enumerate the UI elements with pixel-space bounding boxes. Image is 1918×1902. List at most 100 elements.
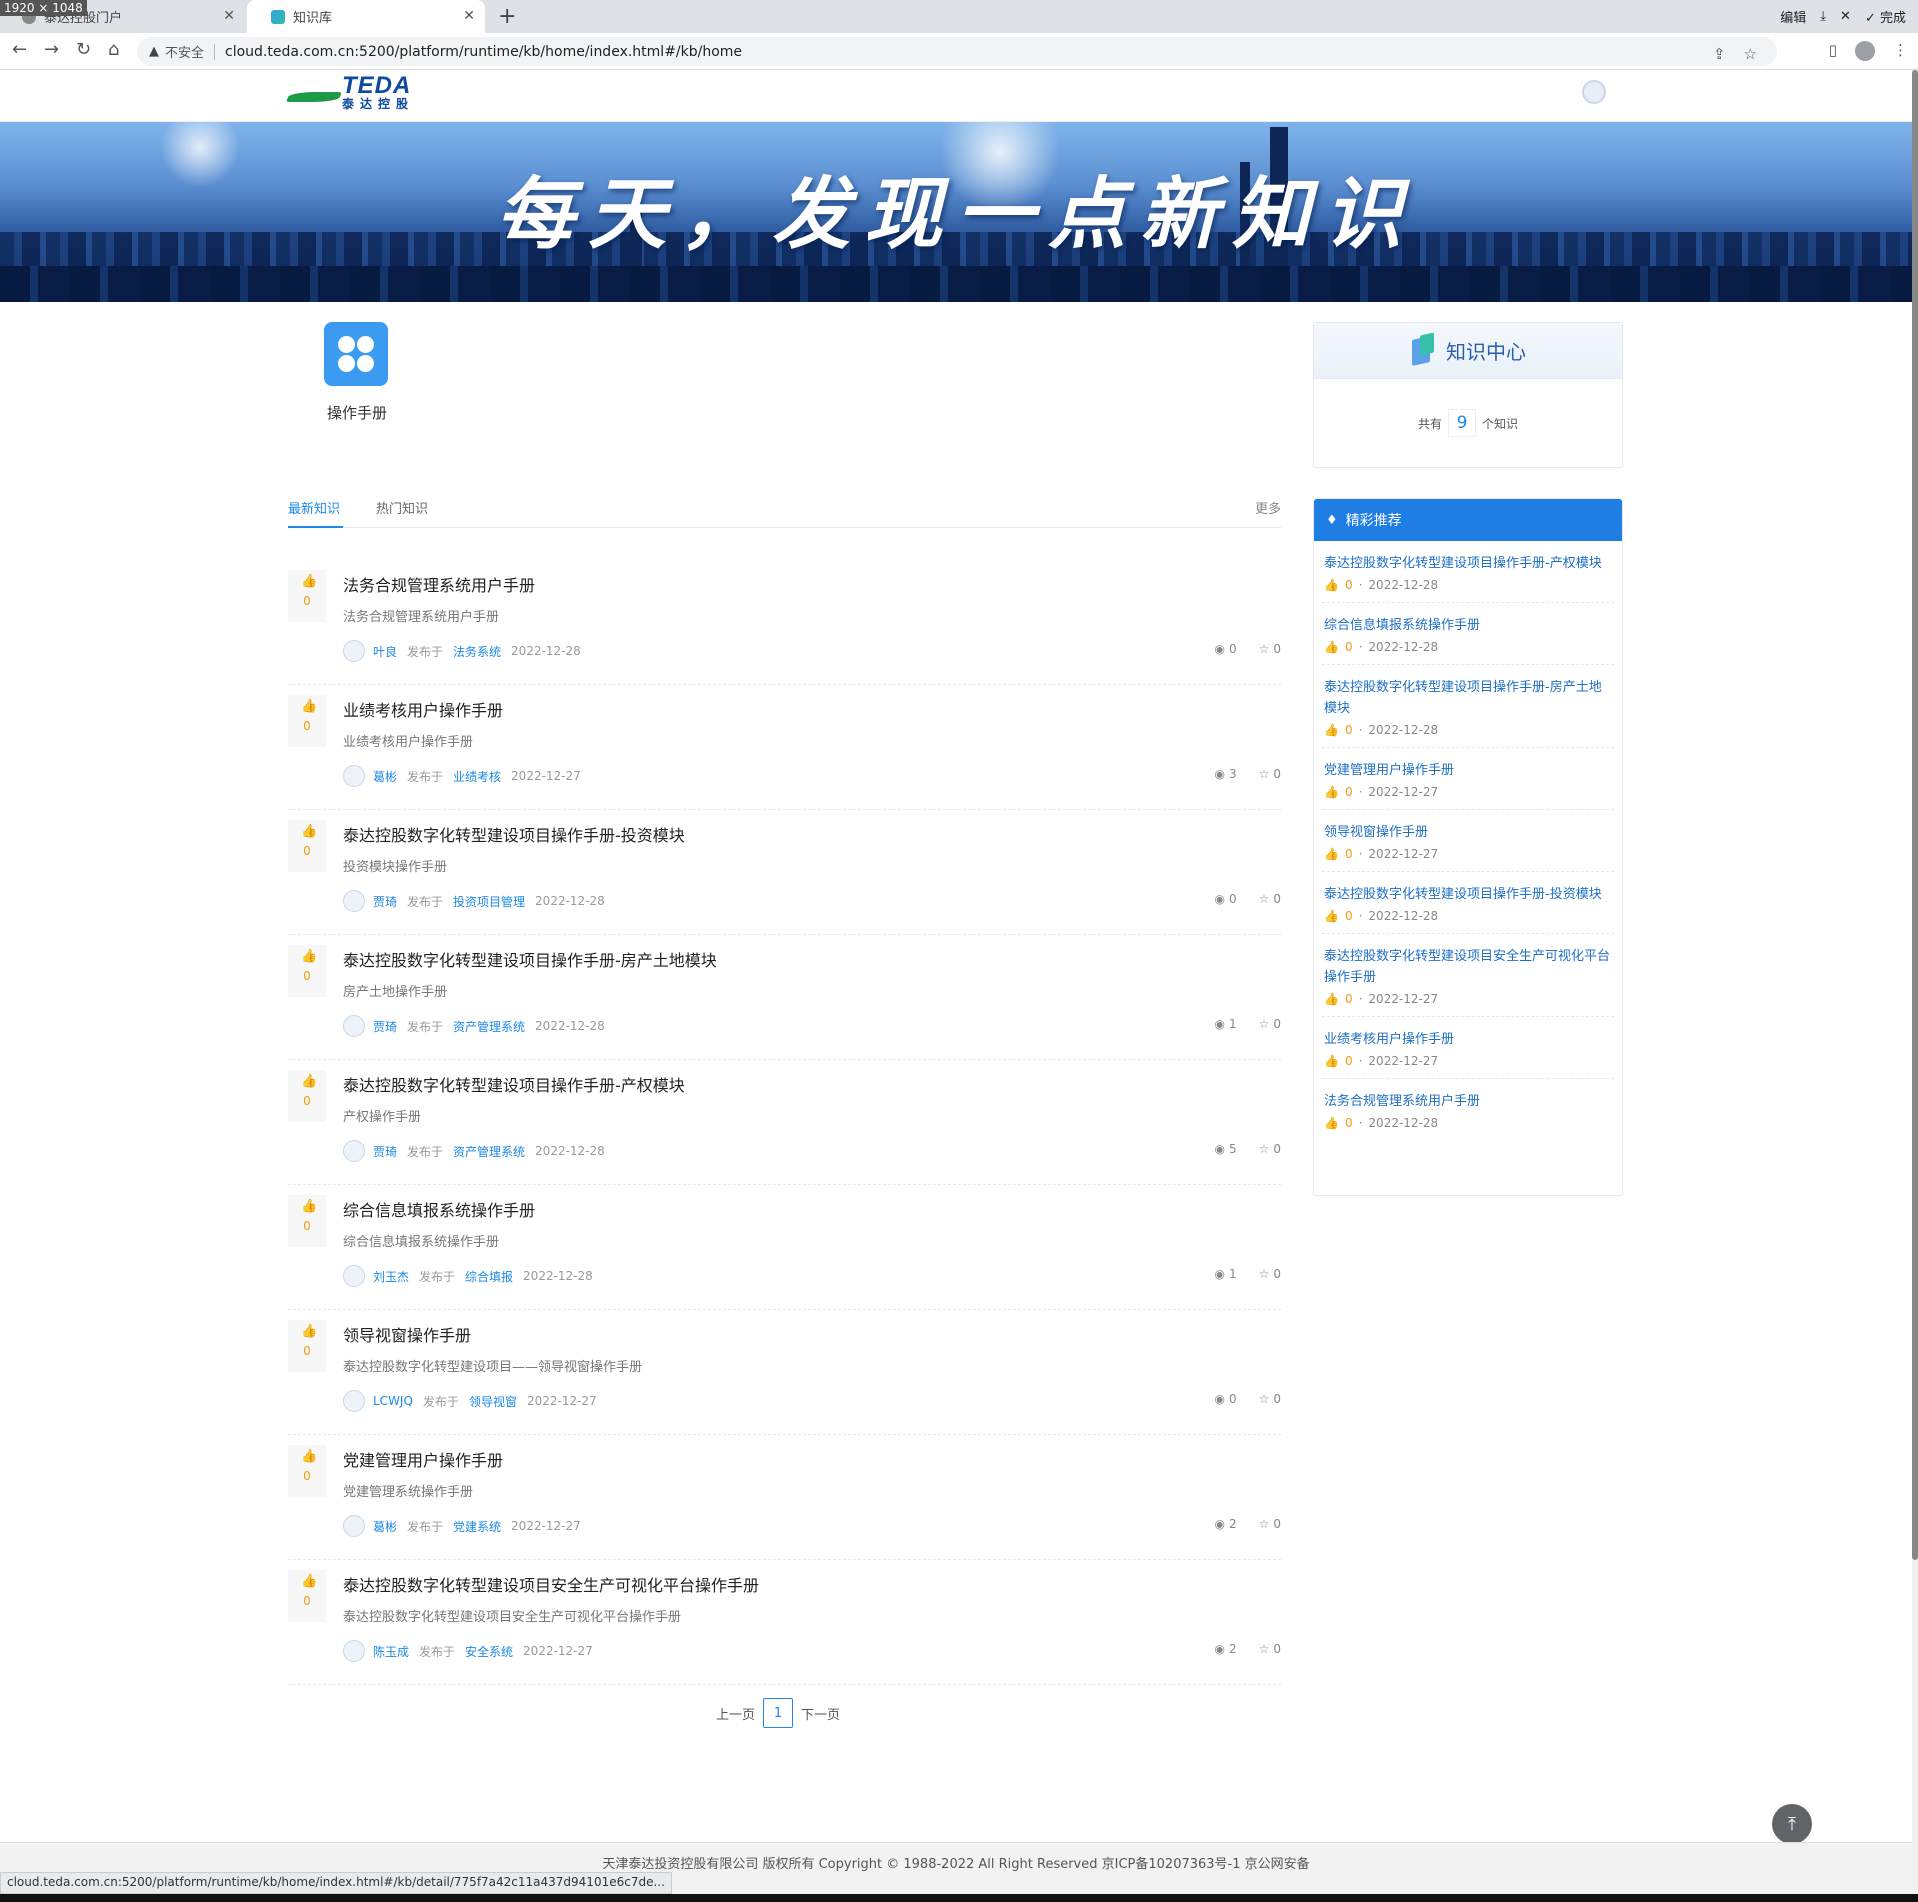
- category-link[interactable]: 领导视窗: [469, 1393, 517, 1410]
- item-title[interactable]: 泰达控股数字化转型建设项目操作手册-产权模块: [343, 1072, 685, 1096]
- star-icon[interactable]: ☆: [1259, 1517, 1270, 1531]
- star-icon[interactable]: ☆: [1259, 1267, 1270, 1281]
- profile-avatar[interactable]: [1855, 41, 1875, 61]
- recommend-item[interactable]: 业绩考核用户操作手册 👍 0 · 2022-12-27: [1322, 1017, 1614, 1079]
- author-link[interactable]: 叶良: [373, 643, 397, 660]
- list-item[interactable]: 👍 0 泰达控股数字化转型建设项目操作手册-产权模块 产权操作手册 贾琦 发布于 资产…: [288, 1060, 1281, 1185]
- category-link[interactable]: 法务系统: [453, 643, 501, 660]
- close-icon[interactable]: ✕: [463, 8, 475, 24]
- author-link[interactable]: 葛彬: [373, 1518, 397, 1535]
- list-item[interactable]: 👍 0 综合信息填报系统操作手册 综合信息填报系统操作手册 刘玉杰 发布于 综合填报 2…: [288, 1185, 1281, 1310]
- scrollbar-thumb[interactable]: [1912, 70, 1918, 1560]
- tab-latest[interactable]: 最新知识: [288, 498, 340, 517]
- list-item[interactable]: 👍 0 领导视窗操作手册 泰达控股数字化转型建设项目——领导视窗操作手册 LCWJ…: [288, 1310, 1281, 1435]
- recommend-item-title[interactable]: 泰达控股数字化转型建设项目操作手册-产权模块: [1324, 553, 1612, 574]
- like-box[interactable]: 👍 0: [288, 1070, 326, 1122]
- author-link[interactable]: 陈玉成: [373, 1643, 409, 1660]
- browser-tab-kb[interactable]: 知识库 ✕: [247, 0, 485, 33]
- category-link[interactable]: 党建系统: [453, 1518, 501, 1535]
- star-icon[interactable]: ☆: [1259, 767, 1270, 781]
- new-tab-icon[interactable]: +: [498, 4, 516, 29]
- download-icon[interactable]: ⤓: [1820, 9, 1826, 24]
- recommend-item[interactable]: 综合信息填报系统操作手册 👍 0 · 2022-12-28: [1322, 603, 1614, 665]
- recommend-item-title[interactable]: 业绩考核用户操作手册: [1324, 1029, 1612, 1050]
- category-link[interactable]: 业绩考核: [453, 768, 501, 785]
- star-icon[interactable]: ☆: [1259, 1392, 1270, 1406]
- recommend-item-title[interactable]: 综合信息填报系统操作手册: [1324, 615, 1612, 636]
- like-box[interactable]: 👍 0: [288, 1445, 326, 1497]
- like-box[interactable]: 👍 0: [288, 1195, 326, 1247]
- bookmark-star-icon[interactable]: ☆: [1744, 45, 1757, 63]
- like-box[interactable]: 👍 0: [288, 1320, 326, 1372]
- like-box[interactable]: 👍 0: [288, 820, 326, 872]
- reload-icon[interactable]: ↻: [76, 39, 91, 60]
- author-link[interactable]: 刘玉杰: [373, 1268, 409, 1285]
- forward-icon[interactable]: →: [44, 39, 59, 60]
- item-title[interactable]: 泰达控股数字化转型建设项目安全生产可视化平台操作手册: [343, 1572, 759, 1596]
- share-icon[interactable]: ⇪: [1713, 45, 1726, 63]
- list-item[interactable]: 👍 0 泰达控股数字化转型建设项目操作手册-投资模块 投资模块操作手册 贾琦 发布于…: [288, 810, 1281, 935]
- star-icon[interactable]: ☆: [1259, 1642, 1270, 1656]
- list-item[interactable]: 👍 0 泰达控股数字化转型建设项目安全生产可视化平台操作手册 泰达控股数字化转型建…: [288, 1560, 1281, 1685]
- recommend-item[interactable]: 领导视窗操作手册 👍 0 · 2022-12-27: [1322, 810, 1614, 872]
- category-link[interactable]: 综合填报: [465, 1268, 513, 1285]
- close-icon[interactable]: ✕: [1840, 9, 1851, 24]
- recommend-item[interactable]: 泰达控股数字化转型建设项目操作手册-投资模块 👍 0 · 2022-12-28: [1322, 872, 1614, 934]
- category-manual[interactable]: 操作手册: [324, 322, 390, 423]
- side-panel-icon[interactable]: ▯: [1829, 41, 1837, 61]
- category-link[interactable]: 资产管理系统: [453, 1143, 525, 1160]
- more-link[interactable]: 更多: [1255, 498, 1281, 517]
- item-title[interactable]: 综合信息填报系统操作手册: [343, 1197, 535, 1221]
- list-item[interactable]: 👍 0 法务合规管理系统用户手册 法务合规管理系统用户手册 叶良 发布于 法务系统 20…: [288, 560, 1281, 685]
- recommend-item-title[interactable]: 泰达控股数字化转型建设项目操作手册-投资模块: [1324, 884, 1612, 905]
- recommend-item[interactable]: 泰达控股数字化转型建设项目安全生产可视化平台操作手册 👍 0 · 2022-12-27: [1322, 934, 1614, 1017]
- home-icon[interactable]: ⌂: [108, 39, 119, 60]
- recommend-item-title[interactable]: 党建管理用户操作手册: [1324, 760, 1612, 781]
- warning-icon[interactable]: ▲: [149, 44, 159, 59]
- star-icon[interactable]: ☆: [1259, 1017, 1270, 1031]
- category-link[interactable]: 安全系统: [465, 1643, 513, 1660]
- download-done-button[interactable]: ✓ 完成: [1865, 7, 1906, 26]
- author-link[interactable]: LCWJQ: [373, 1394, 413, 1408]
- item-title[interactable]: 党建管理用户操作手册: [343, 1447, 503, 1471]
- item-title[interactable]: 法务合规管理系统用户手册: [343, 572, 535, 596]
- user-avatar[interactable]: [1582, 80, 1606, 104]
- menu-icon[interactable]: ⋮: [1893, 41, 1908, 61]
- back-to-top-icon[interactable]: ⤒: [1772, 1804, 1812, 1844]
- list-item[interactable]: 👍 0 党建管理用户操作手册 党建管理系统操作手册 葛彬 发布于 党建系统 2022-1…: [288, 1435, 1281, 1560]
- address-bar[interactable]: ▲ 不安全 cloud.teda.com.cn:5200/platform/ru…: [137, 37, 1777, 66]
- teda-logo[interactable]: TEDA 泰达控股: [288, 74, 414, 111]
- recommend-item[interactable]: 法务合规管理系统用户手册 👍 0 · 2022-12-28: [1322, 1079, 1614, 1140]
- item-title[interactable]: 泰达控股数字化转型建设项目操作手册-房产土地模块: [343, 947, 717, 971]
- item-title[interactable]: 领导视窗操作手册: [343, 1322, 471, 1346]
- author-link[interactable]: 葛彬: [373, 768, 397, 785]
- recommend-item-title[interactable]: 泰达控股数字化转型建设项目安全生产可视化平台操作手册: [1324, 946, 1612, 988]
- author-link[interactable]: 贾琦: [373, 1018, 397, 1035]
- close-icon[interactable]: ✕: [223, 8, 235, 24]
- star-icon[interactable]: ☆: [1259, 1142, 1270, 1156]
- recommend-item[interactable]: 泰达控股数字化转型建设项目操作手册-房产土地模块 👍 0 · 2022-12-28: [1322, 665, 1614, 748]
- download-edit-button[interactable]: 编辑: [1780, 7, 1806, 26]
- prev-page-button[interactable]: 上一页: [716, 1704, 755, 1723]
- item-title[interactable]: 业绩考核用户操作手册: [343, 697, 503, 721]
- author-link[interactable]: 贾琦: [373, 893, 397, 910]
- list-item[interactable]: 👍 0 业绩考核用户操作手册 业绩考核用户操作手册 葛彬 发布于 业绩考核 2022-1…: [288, 685, 1281, 810]
- recommend-item[interactable]: 党建管理用户操作手册 👍 0 · 2022-12-27: [1322, 748, 1614, 810]
- tab-hot[interactable]: 热门知识: [376, 498, 428, 517]
- author-link[interactable]: 贾琦: [373, 1143, 397, 1160]
- star-icon[interactable]: ☆: [1259, 892, 1270, 906]
- star-icon[interactable]: ☆: [1259, 642, 1270, 656]
- list-item[interactable]: 👍 0 泰达控股数字化转型建设项目操作手册-房产土地模块 房产土地操作手册 贾琦发…: [288, 935, 1281, 1060]
- like-box[interactable]: 👍 0: [288, 695, 326, 747]
- like-box[interactable]: 👍 0: [288, 570, 326, 622]
- page-scrollbar[interactable]: [1912, 70, 1918, 1902]
- next-page-button[interactable]: 下一页: [801, 1704, 840, 1723]
- item-title[interactable]: 泰达控股数字化转型建设项目操作手册-投资模块: [343, 822, 685, 846]
- page-number-button[interactable]: 1: [763, 1698, 794, 1728]
- recommend-item-title[interactable]: 领导视窗操作手册: [1324, 822, 1612, 843]
- category-link[interactable]: 资产管理系统: [453, 1018, 525, 1035]
- like-box[interactable]: 👍 0: [288, 945, 326, 997]
- recommend-item-title[interactable]: 法务合规管理系统用户手册: [1324, 1091, 1612, 1112]
- recommend-item[interactable]: 泰达控股数字化转型建设项目操作手册-产权模块 👍 0 · 2022-12-28: [1322, 541, 1614, 603]
- back-icon[interactable]: ←: [12, 39, 27, 60]
